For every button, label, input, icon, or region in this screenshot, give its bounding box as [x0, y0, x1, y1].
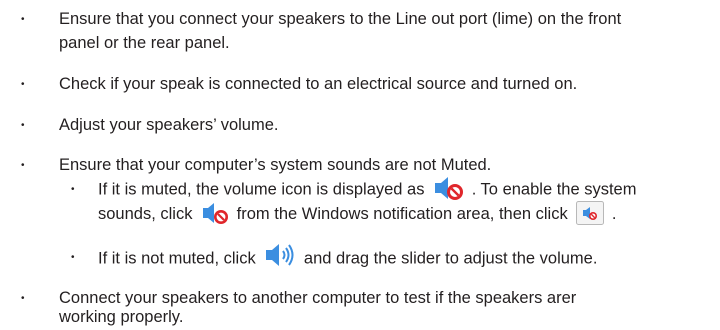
- bullet: •: [21, 120, 25, 131]
- sub-item-text-line: If it is not muted, click and drag the s…: [98, 244, 598, 273]
- item-text-line: Ensure that your computer’s system sound…: [59, 156, 492, 174]
- sub-item-text: from the Windows notification area, then…: [236, 205, 568, 223]
- item-text-line: working properly.: [59, 308, 184, 326]
- sub-item-text: . To enable the system: [471, 180, 637, 199]
- speaker-icon: [264, 241, 296, 269]
- item-text-line: panel or the rear panel.: [59, 34, 230, 52]
- muted-speaker-icon: [433, 175, 465, 201]
- unmute-button-icon: [576, 200, 605, 225]
- sub-item-text: If it is muted, the volume icon is displ…: [98, 180, 425, 199]
- sub-bullet: •: [71, 184, 75, 195]
- item-text-line: Adjust your speakers’ volume.: [59, 116, 279, 134]
- bullet: •: [21, 293, 25, 304]
- sub-item-text-line: sounds, click from the Windows notificat…: [98, 200, 617, 227]
- bullet: •: [21, 160, 25, 171]
- item-text-line: Ensure that you connect your speakers to…: [59, 10, 622, 28]
- sub-item-text: .: [611, 205, 617, 223]
- bullet: •: [21, 14, 25, 25]
- bullet: •: [21, 79, 25, 90]
- sub-item-text-line: If it is muted, the volume icon is displ…: [98, 177, 636, 203]
- sub-item-text: If it is not muted, click: [98, 249, 256, 268]
- muted-speaker-icon: [201, 201, 229, 225]
- sub-item-text: and drag the slider to adjust the volume…: [303, 249, 598, 268]
- sub-bullet: •: [71, 252, 75, 263]
- item-text-line: Check if your speak is connected to an e…: [59, 75, 578, 93]
- sub-item-text: sounds, click: [98, 205, 193, 223]
